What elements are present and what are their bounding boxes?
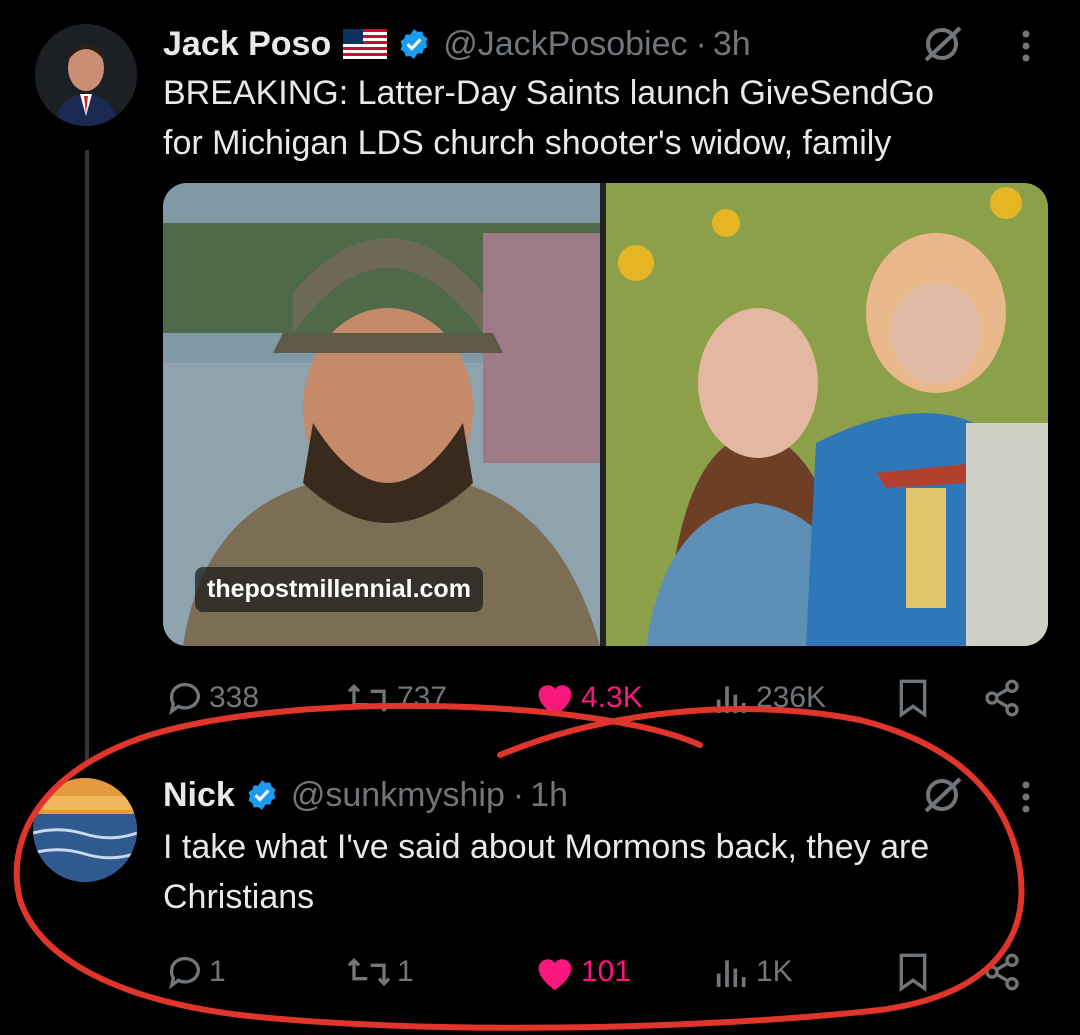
tweet-text-line-2: for Michigan LDS church shooter's widow,…: [163, 124, 892, 162]
more-options-icon[interactable]: [1020, 28, 1032, 69]
us-flag-icon: [343, 29, 388, 59]
tweet-header: Nick @sunkmyship · 1h: [163, 775, 568, 815]
verified-badge-icon: [397, 27, 431, 61]
views-icon: [716, 686, 746, 713]
media-watermark: thepostmillennial.com: [195, 567, 483, 612]
thread-connector-line: [85, 150, 89, 765]
grok-icon[interactable]: [920, 775, 964, 820]
repost-button[interactable]: 1: [345, 952, 414, 992]
repost-count: 737: [397, 681, 448, 714]
avatar-jack-poso[interactable]: [35, 24, 137, 126]
like-button[interactable]: 101: [533, 952, 631, 992]
bookmark-icon[interactable]: [895, 678, 935, 718]
time-separator: ·: [512, 775, 525, 814]
reply-count: 338: [209, 681, 260, 714]
bookmark-icon[interactable]: [895, 952, 935, 992]
views-button[interactable]: 236K: [712, 678, 826, 718]
media-image-right[interactable]: [606, 183, 1048, 646]
tweet-text: I take what I've said about Mormons back…: [163, 822, 929, 922]
verified-badge-icon: [245, 778, 279, 812]
avatar-nick[interactable]: [33, 778, 137, 882]
heart-filled-icon: [538, 959, 572, 991]
share-icon[interactable]: [980, 678, 1028, 718]
tweet-header: Jack Poso @JackPosobiec · 3h: [163, 24, 751, 64]
author-name[interactable]: Jack Poso: [163, 25, 331, 64]
views-icon: [716, 960, 746, 987]
repost-button[interactable]: 737: [345, 678, 447, 718]
like-button[interactable]: 4.3K: [533, 678, 643, 718]
repost-icon: [347, 683, 391, 713]
views-count: 1K: [756, 955, 793, 988]
author-name[interactable]: Nick: [163, 776, 235, 815]
reply-icon: [169, 682, 200, 716]
grok-icon[interactable]: [920, 24, 964, 69]
tweet-text-line-1: BREAKING: Latter-Day Saints launch GiveS…: [163, 74, 935, 112]
repost-icon: [347, 957, 391, 987]
author-handle[interactable]: @sunkmyship: [291, 776, 505, 815]
like-count: 101: [581, 955, 632, 988]
tweet-text-line-2: Christians: [163, 878, 315, 916]
tweet-text-line-1: I take what I've said about Mormons back…: [163, 828, 930, 866]
tweet-text: BREAKING: Latter-Day Saints launch GiveS…: [163, 68, 934, 168]
repost-count: 1: [397, 955, 414, 988]
reply-button[interactable]: 1: [165, 952, 226, 992]
like-count: 4.3K: [581, 681, 643, 714]
reply-count: 1: [209, 955, 226, 988]
tweet-time[interactable]: 1h: [530, 776, 568, 815]
reply-button[interactable]: 338: [165, 678, 259, 718]
views-button[interactable]: 1K: [712, 952, 793, 992]
tweet-time[interactable]: 3h: [713, 25, 751, 64]
heart-filled-icon: [538, 685, 572, 717]
views-count: 236K: [756, 681, 827, 714]
reply-icon: [169, 956, 200, 990]
share-icon[interactable]: [980, 952, 1028, 992]
time-separator: ·: [695, 24, 707, 63]
more-options-icon[interactable]: [1020, 779, 1032, 820]
author-handle[interactable]: @JackPosobiec: [443, 25, 687, 64]
